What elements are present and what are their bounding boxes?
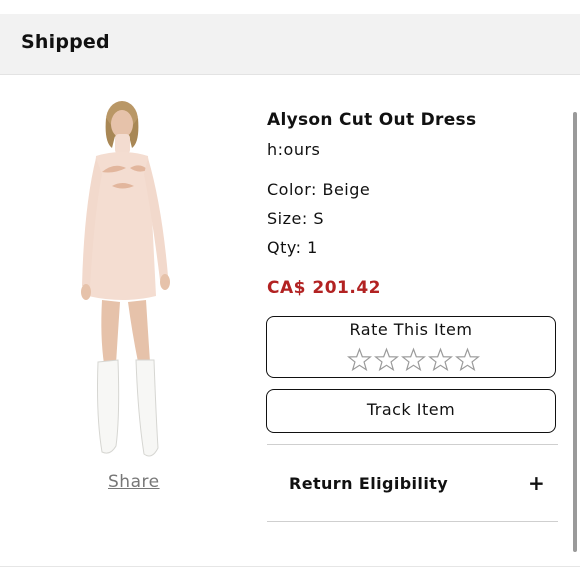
brand-name[interactable]: h:ours	[267, 140, 320, 159]
rate-item-label: Rate This Item	[349, 320, 473, 339]
star-icon[interactable]	[427, 347, 454, 373]
dress-photo-icon	[81, 101, 170, 457]
order-status-header: Shipped	[0, 14, 580, 75]
color-attribute: Color: Beige	[267, 180, 371, 199]
bottom-divider	[0, 566, 580, 567]
return-eligibility-label: Return Eligibility	[289, 474, 449, 493]
page-title: Shipped	[21, 31, 110, 53]
star-rating[interactable]	[346, 347, 481, 373]
scrollbar[interactable]	[573, 112, 577, 552]
star-icon[interactable]	[373, 347, 400, 373]
product-image[interactable]	[72, 96, 196, 476]
return-eligibility-row[interactable]: Return Eligibility +	[267, 446, 558, 522]
divider	[267, 444, 558, 445]
price: CA$ 201.42	[267, 278, 381, 298]
divider	[267, 521, 558, 522]
star-icon[interactable]	[400, 347, 427, 373]
track-item-button[interactable]: Track Item	[266, 389, 556, 433]
product-name[interactable]: Alyson Cut Out Dress	[267, 110, 476, 130]
star-icon[interactable]	[454, 347, 481, 373]
size-attribute: Size: S	[267, 209, 324, 228]
star-icon[interactable]	[346, 347, 373, 373]
share-link[interactable]: Share	[108, 472, 160, 492]
top-strip	[0, 0, 580, 14]
quantity-attribute: Qty: 1	[267, 238, 318, 257]
rate-item-panel: Rate This Item	[266, 316, 556, 378]
plus-icon[interactable]: +	[528, 473, 545, 493]
